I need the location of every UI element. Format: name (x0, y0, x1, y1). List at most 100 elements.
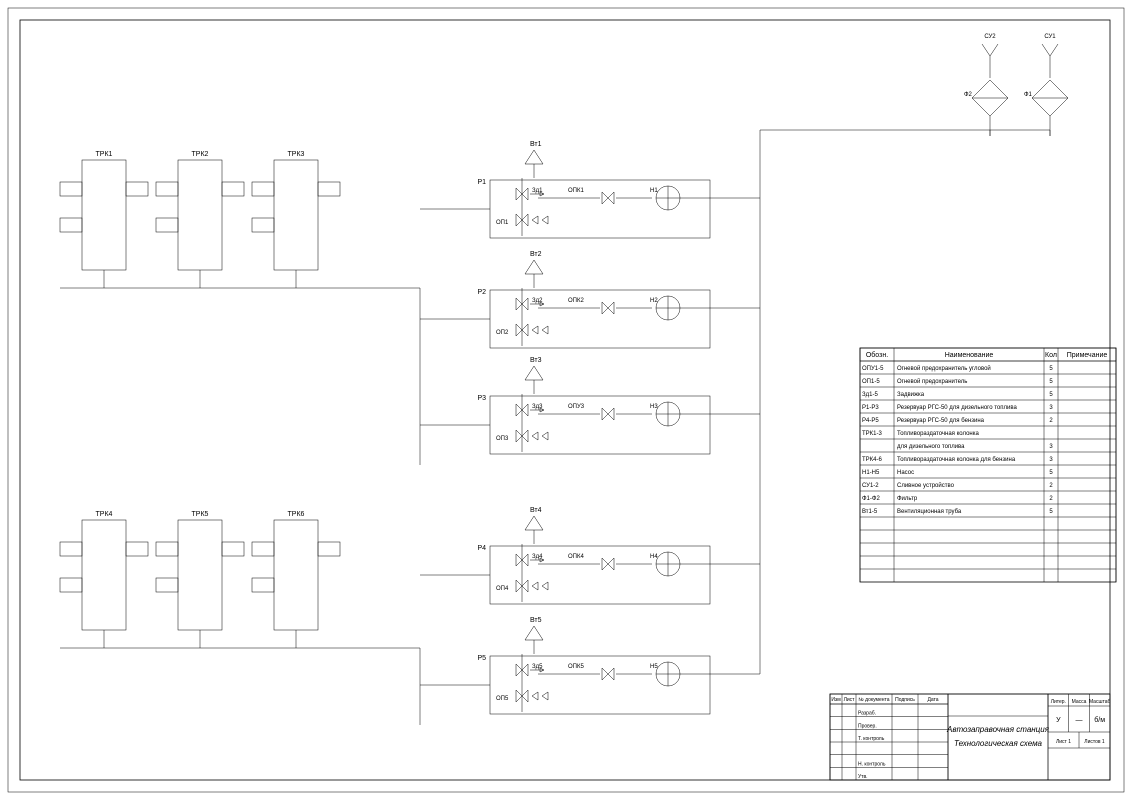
title-block: ИзмЛист№ документа Подпись Дата Разраб. Пров… (830, 694, 1110, 780)
svg-text:ОП1-5: ОП1-5 (862, 379, 880, 385)
svg-text:Зд1-5: Зд1-5 (862, 392, 878, 398)
svg-text:5: 5 (1049, 509, 1053, 515)
svg-text:Р2: Р2 (477, 289, 486, 296)
svg-text:2: 2 (1049, 496, 1053, 502)
reservoir: Вт1Р1Зд1ОП1ОПК1Н1 (477, 141, 710, 238)
svg-text:3: 3 (1049, 457, 1053, 463)
svg-text:ТРК6: ТРК6 (288, 511, 305, 518)
svg-text:Ф2: Ф2 (964, 92, 973, 98)
svg-text:Вт5: Вт5 (530, 617, 542, 624)
svg-text:ОП4: ОП4 (496, 586, 509, 592)
svg-text:Н. контроль: Н. контроль (858, 761, 886, 767)
svg-text:ТРК3: ТРК3 (288, 151, 305, 158)
svg-text:Р4-Р5: Р4-Р5 (862, 418, 879, 424)
svg-text:Вт1: Вт1 (530, 141, 542, 148)
svg-text:ТРК1-3: ТРК1-3 (862, 431, 882, 437)
svg-text:Технологическая схема: Технологическая схема (954, 739, 1043, 748)
reservoir: Вт3Р3Зд3ОП3ОПУ3Н3 (477, 357, 710, 454)
svg-text:Зд5: Зд5 (532, 664, 543, 670)
svg-text:Наименование: Наименование (945, 352, 994, 359)
svg-text:Р4: Р4 (477, 545, 486, 552)
svg-text:Изм: Изм (831, 697, 841, 703)
svg-text:ОП2: ОП2 (496, 330, 509, 336)
svg-text:ОПК1: ОПК1 (568, 188, 584, 194)
svg-text:Вт3: Вт3 (530, 357, 542, 364)
svg-text:для дизельного топлива: для дизельного топлива (897, 444, 965, 450)
reservoir: Вт5Р5Зд5ОП5ОПК5Н5 (477, 617, 710, 714)
svg-text:5: 5 (1049, 366, 1053, 372)
svg-text:Р3: Р3 (477, 395, 486, 402)
svg-text:СУ1-2: СУ1-2 (862, 483, 879, 489)
svg-text:Топливораздаточная колонка для: Топливораздаточная колонка для бензина (897, 457, 1016, 463)
svg-text:ОП5: ОП5 (496, 696, 509, 702)
svg-text:СУ2: СУ2 (984, 34, 996, 40)
svg-text:Кол: Кол (1045, 352, 1057, 359)
svg-text:б/м: б/м (1094, 716, 1105, 724)
svg-text:Р5: Р5 (477, 655, 486, 662)
svg-text:ТРК2: ТРК2 (192, 151, 209, 158)
svg-text:Н1-Н5: Н1-Н5 (862, 470, 880, 476)
svg-text:Автозаправочная станция: Автозаправочная станция (946, 725, 1050, 734)
svg-text:ОП3: ОП3 (496, 436, 509, 442)
svg-text:ОПК4: ОПК4 (568, 554, 584, 560)
svg-text:Насос: Насос (897, 470, 914, 476)
svg-text:2: 2 (1049, 418, 1053, 424)
reservoir: Вт2Р2Зд2ОП2ОПК2Н2 (477, 251, 710, 348)
svg-text:2: 2 (1049, 483, 1053, 489)
svg-text:Ф1-Ф2: Ф1-Ф2 (862, 496, 880, 502)
svg-text:Масштаб: Масштаб (1089, 699, 1111, 705)
svg-text:Резервуар РГС-50 для дизельног: Резервуар РГС-50 для дизельного топлива (897, 405, 1017, 411)
svg-text:ОП1: ОП1 (496, 220, 509, 226)
svg-text:5: 5 (1049, 392, 1053, 398)
svg-text:У: У (1056, 717, 1061, 724)
svg-text:Вт1-5: Вт1-5 (862, 509, 878, 515)
svg-text:ОПК2: ОПК2 (568, 298, 584, 304)
svg-text:—: — (1076, 717, 1083, 724)
svg-text:Литер.: Литер. (1051, 699, 1066, 705)
svg-text:ТРК4-6: ТРК4-6 (862, 457, 882, 463)
svg-text:Р1-Р3: Р1-Р3 (862, 405, 879, 411)
svg-text:Лист: Лист (844, 697, 856, 703)
svg-text:Ф1: Ф1 (1024, 92, 1033, 98)
svg-text:Масса: Масса (1072, 699, 1087, 705)
svg-text:Вт4: Вт4 (530, 507, 542, 514)
svg-text:Примечание: Примечание (1067, 352, 1108, 359)
svg-text:Сливное устройство: Сливное устройство (897, 482, 955, 489)
parts-table: Обозн. Наименование Кол Примечание ОПУ1-5 Огн… (860, 348, 1116, 582)
svg-text:3: 3 (1049, 405, 1053, 411)
svg-text:Разраб.: Разраб. (858, 711, 876, 717)
svg-text:Провер.: Провер. (858, 723, 877, 729)
reservoir: Вт4Р4Зд4ОП4ОПК4Н4 (477, 507, 710, 604)
svg-text:Р1: Р1 (477, 179, 486, 186)
svg-text:Листов 1: Листов 1 (1084, 739, 1105, 745)
svg-text:5: 5 (1049, 379, 1053, 385)
svg-text:Обозн.: Обозн. (866, 351, 888, 359)
svg-text:5: 5 (1049, 470, 1053, 476)
svg-text:ОПК5: ОПК5 (568, 664, 584, 670)
svg-text:Зд4: Зд4 (532, 554, 543, 560)
filter-unit: СУ2 Ф2 (964, 34, 1008, 136)
svg-text:Зд3: Зд3 (532, 404, 543, 410)
filter-unit: СУ1 Ф1 (1024, 34, 1068, 136)
svg-text:Лист 1: Лист 1 (1056, 739, 1071, 745)
svg-text:3: 3 (1049, 444, 1053, 450)
svg-text:Резервуар РГС-50 для бензина: Резервуар РГС-50 для бензина (897, 418, 985, 424)
svg-text:Огневой предохранитель угловой: Огневой предохранитель угловой (897, 365, 991, 372)
svg-text:Утв.: Утв. (858, 774, 868, 780)
svg-text:ТРК1: ТРК1 (96, 151, 113, 158)
svg-text:ТРК5: ТРК5 (192, 511, 209, 518)
svg-text:Подпись: Подпись (895, 697, 915, 703)
svg-text:ОПУ3: ОПУ3 (568, 404, 585, 410)
svg-text:Зд2: Зд2 (532, 298, 543, 304)
svg-text:№ документа: № документа (858, 697, 889, 703)
svg-text:ОПУ1-5: ОПУ1-5 (862, 366, 884, 372)
svg-text:ТРК4: ТРК4 (96, 511, 113, 518)
svg-text:Топливораздаточная колонка: Топливораздаточная колонка (897, 431, 979, 437)
svg-text:СУ1: СУ1 (1044, 34, 1056, 40)
svg-text:Вентиляционная труба: Вентиляционная труба (897, 509, 962, 515)
svg-text:Огневой предохранитель: Огневой предохранитель (897, 378, 967, 385)
svg-text:Т. контроль: Т. контроль (858, 736, 885, 742)
svg-text:Зд1: Зд1 (532, 188, 543, 194)
svg-text:Вт2: Вт2 (530, 251, 542, 258)
svg-text:Дата: Дата (927, 697, 938, 703)
